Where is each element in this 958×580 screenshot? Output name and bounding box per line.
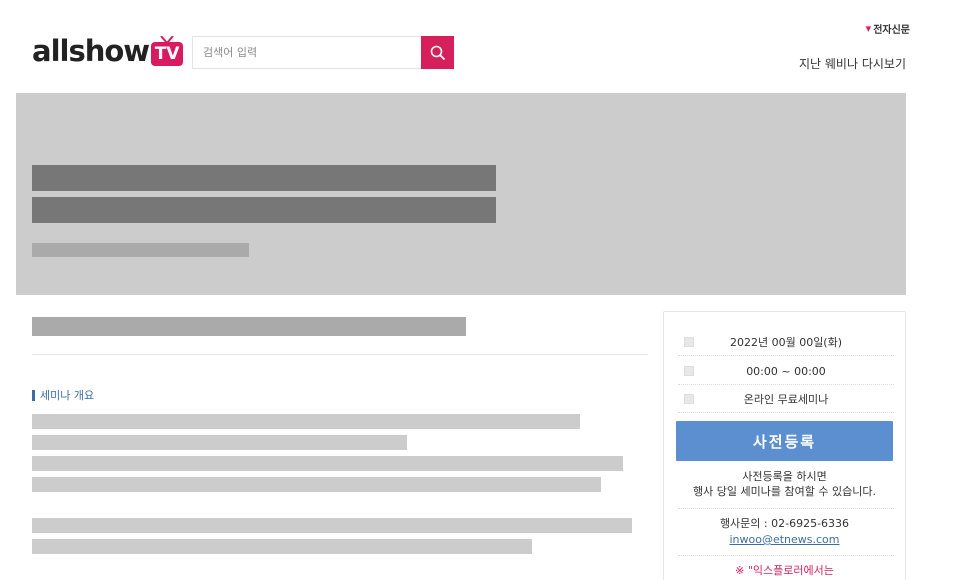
event-banner (16, 93, 906, 295)
browser-warning: ※ "익스플로러에서는 (735, 564, 834, 577)
card-divider (678, 555, 894, 556)
contact-email-wrap: inwoo@etnews.com (664, 533, 905, 547)
overview-text-line (32, 477, 601, 492)
search-bar (192, 36, 454, 69)
heading-marker (32, 389, 35, 401)
register-note-line-2: 행사 당일 세미나를 참여할 수 있습니다. (693, 485, 876, 498)
overview-text-line (32, 414, 580, 429)
section-heading-label: 세미나 개요 (40, 389, 95, 402)
event-time: 00:00 ~ 00:00 (746, 364, 826, 378)
registration-card: 2022년 00월 00일(화) 00:00 ~ 00:00 온라인 무료세미나… (663, 311, 906, 580)
seminar-title (32, 317, 466, 336)
event-time-row: 00:00 ~ 00:00 (678, 358, 894, 385)
partner-name: 전자신문 (873, 25, 910, 36)
overview-text-line (32, 539, 532, 554)
pre-register-button[interactable]: 사전등록 (676, 421, 893, 461)
card-divider (678, 508, 894, 509)
search-button[interactable] (421, 36, 454, 69)
register-note-line-1: 사전등록을 하시면 (742, 470, 827, 483)
event-type: 온라인 무료세미나 (743, 393, 829, 406)
partner-logo[interactable]: ▾ 전자신문 (866, 21, 910, 36)
overview-text-line (32, 518, 632, 533)
event-date-row: 2022년 00월 00일(화) (678, 329, 894, 356)
etnews-mark-icon: ▾ (865, 22, 872, 35)
logo-tv-label: TV (151, 42, 184, 66)
banner-title-line-2 (32, 197, 496, 223)
search-input[interactable] (193, 37, 421, 68)
title-divider (32, 354, 648, 355)
event-date: 2022년 00월 00일(화) (729, 336, 843, 349)
overview-text-line (32, 435, 407, 450)
event-type-row: 온라인 무료세미나 (678, 386, 894, 413)
banner-subtitle (32, 243, 249, 257)
overview-text-line (32, 456, 623, 471)
bullet-icon (684, 394, 694, 404)
bullet-icon (684, 366, 694, 376)
tv-icon: TV (151, 36, 184, 66)
contact-phone: 행사문의 : 02-6925-6336 (719, 517, 850, 530)
contact-email-link[interactable]: inwoo@etnews.com (729, 533, 839, 546)
logo-wordmark: allshow (32, 34, 150, 68)
allshowtv-logo[interactable]: allshow TV (32, 30, 184, 68)
past-webinar-replay-link[interactable]: 지난 웨비나 다시보기 (799, 55, 906, 72)
search-icon (430, 45, 445, 60)
bullet-icon (684, 337, 694, 347)
section-heading-overview: 세미나 개요 (32, 387, 94, 403)
banner-title-line-1 (32, 165, 496, 191)
